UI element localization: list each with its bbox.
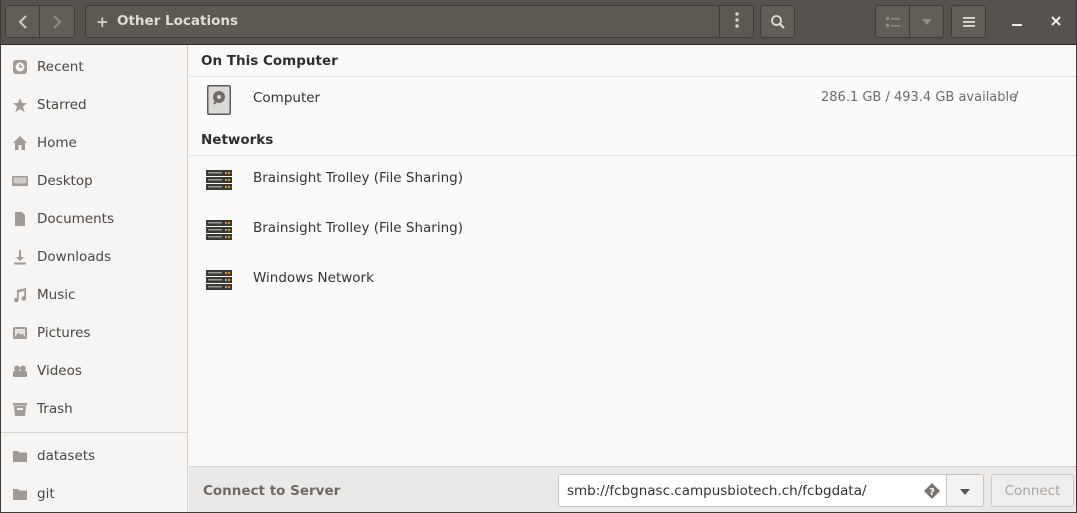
section-on-this-computer: On This Computer xyxy=(189,45,1076,77)
drive-icon xyxy=(205,85,233,115)
path-menu-button[interactable] xyxy=(719,5,754,38)
search-button[interactable] xyxy=(760,5,795,38)
connect-to-server-bar: Connect to Server smb://fcbgnasc.campusb… xyxy=(189,466,1076,512)
sidebar-item-git[interactable]: git xyxy=(1,475,187,512)
section-title: Networks xyxy=(201,132,274,148)
sidebar-item-label: Desktop xyxy=(37,173,93,189)
location-row-network[interactable]: Brainsight Trolley (File Sharing) xyxy=(189,155,1076,205)
location-name: Brainsight Trolley (File Sharing) xyxy=(253,220,463,236)
sidebar-item-downloads[interactable]: Downloads xyxy=(1,238,187,276)
sidebar-item-label: Music xyxy=(37,287,76,303)
location-row-network[interactable]: Windows Network xyxy=(189,255,1076,305)
chevron-down-icon xyxy=(960,483,970,499)
back-button[interactable] xyxy=(5,5,40,38)
sidebar-item-label: Starred xyxy=(37,97,87,113)
sidebar-item-trash[interactable]: Trash xyxy=(1,390,187,428)
sidebar-item-starred[interactable]: Starred xyxy=(1,86,187,124)
trash-icon xyxy=(12,401,28,417)
connect-to-server-label: Connect to Server xyxy=(203,483,341,499)
search-icon xyxy=(770,14,786,30)
close-icon xyxy=(1051,14,1061,30)
desktop-icon xyxy=(12,173,28,189)
minimize-button[interactable] xyxy=(1007,12,1027,32)
view-options-button[interactable] xyxy=(909,5,944,38)
minimize-icon xyxy=(1012,14,1022,30)
path-menu-icon xyxy=(735,11,739,32)
sidebar-item-home[interactable]: Home xyxy=(1,124,187,162)
network-server-icon xyxy=(205,165,233,195)
sidebar-item-label: Pictures xyxy=(37,325,91,341)
star-icon xyxy=(12,97,28,113)
locations-view: On This Computer Computer 286.1 GB / 493… xyxy=(189,45,1076,466)
location-name: Brainsight Trolley (File Sharing) xyxy=(253,170,463,186)
picture-icon xyxy=(12,325,28,341)
view-options-icon xyxy=(921,18,932,25)
section-title: On This Computer xyxy=(201,53,338,69)
location-row-network[interactable]: Brainsight Trolley (File Sharing) xyxy=(189,205,1076,255)
header-bar: + Other Locations xyxy=(1,0,1076,45)
current-location-label[interactable]: Other Locations xyxy=(117,13,238,29)
location-row-computer[interactable]: Computer 286.1 GB / 493.4 GB available / xyxy=(189,75,1076,125)
sidebar-item-datasets[interactable]: datasets xyxy=(1,437,187,475)
network-server-icon xyxy=(205,215,233,245)
available-space: 286.1 GB / 493.4 GB available xyxy=(821,90,1018,105)
sidebar-item-label: git xyxy=(37,486,55,502)
mount-path: / xyxy=(1014,90,1019,105)
sidebar-item-pictures[interactable]: Pictures xyxy=(1,314,187,352)
app-menu-icon xyxy=(962,16,975,27)
go-forward-icon xyxy=(52,14,62,30)
music-icon xyxy=(12,287,28,303)
sidebar-item-label: Documents xyxy=(37,211,114,227)
app-menu-button[interactable] xyxy=(951,5,986,38)
section-networks: Networks xyxy=(189,124,1076,156)
sidebar-item-videos[interactable]: Videos xyxy=(1,352,187,390)
connect-button[interactable]: Connect xyxy=(991,474,1074,507)
sidebar-item-desktop[interactable]: Desktop xyxy=(1,162,187,200)
server-address-input[interactable]: smb://fcbgnasc.campusbiotech.ch/fcbgdata… xyxy=(558,474,947,507)
sidebar-item-label: Recent xyxy=(37,59,84,75)
svg-text:?: ? xyxy=(929,487,935,498)
go-back-icon xyxy=(18,14,28,30)
sidebar-item-music[interactable]: Music xyxy=(1,276,187,314)
network-server-icon xyxy=(205,265,233,295)
server-address-value: smb://fcbgnasc.campusbiotech.ch/fcbgdata… xyxy=(567,483,867,499)
sidebar-item-label: Videos xyxy=(37,363,82,379)
folder-icon xyxy=(12,448,28,464)
list-view-button[interactable] xyxy=(875,5,910,38)
help-icon[interactable]: ? xyxy=(924,483,940,499)
sidebar-item-label: Home xyxy=(37,135,77,151)
location-name: Windows Network xyxy=(253,270,374,286)
location-name: Computer xyxy=(253,90,321,106)
home-icon xyxy=(12,135,28,151)
sidebar-item-recent[interactable]: Recent xyxy=(1,48,187,86)
list-view-icon xyxy=(885,16,900,28)
video-icon xyxy=(12,363,28,379)
document-icon xyxy=(12,211,28,227)
folder-icon xyxy=(12,486,28,502)
sidebar-item-label: Downloads xyxy=(37,249,112,265)
sidebar-separator xyxy=(1,432,187,433)
clock-icon xyxy=(12,59,28,75)
recent-servers-dropdown[interactable] xyxy=(946,474,984,507)
sidebar: Recent Starred Home Desktop Documents Do… xyxy=(1,45,188,512)
sidebar-item-documents[interactable]: Documents xyxy=(1,200,187,238)
sidebar-item-label: datasets xyxy=(37,448,96,464)
file-manager-window: + Other Locations Recent Starred Home De… xyxy=(0,0,1077,513)
close-button[interactable] xyxy=(1046,12,1066,32)
sidebar-item-label: Trash xyxy=(37,401,73,417)
path-bar[interactable]: + Other Locations xyxy=(85,5,754,38)
download-icon xyxy=(12,249,28,265)
other-locations-plus-icon: + xyxy=(96,13,109,31)
forward-button[interactable] xyxy=(39,5,75,38)
